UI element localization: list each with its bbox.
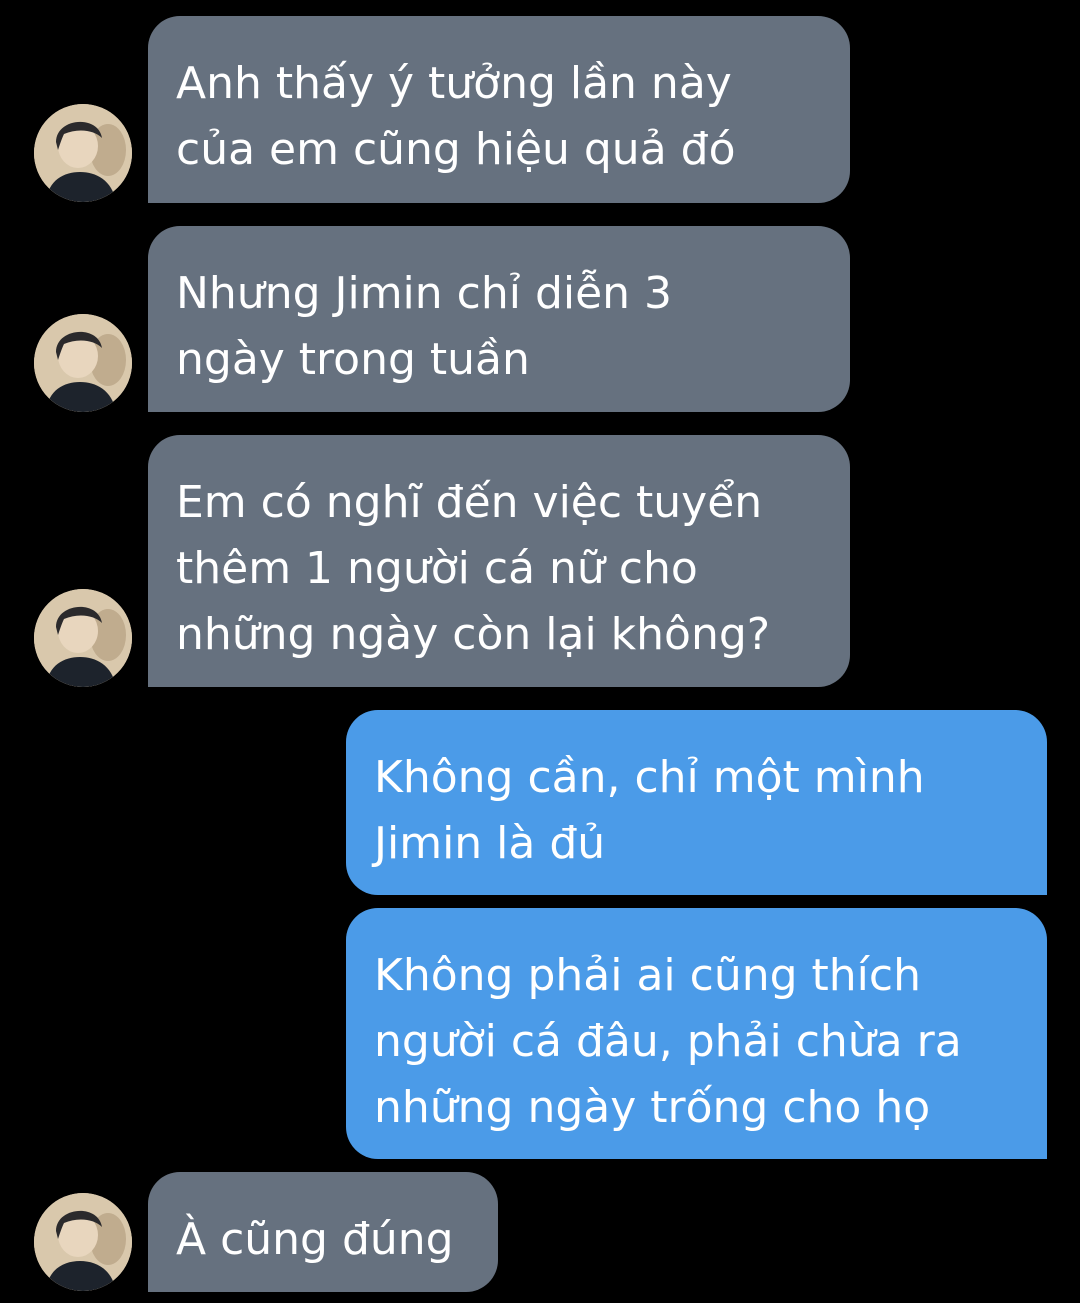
message-text-line: Nhưng Jimin chỉ diễn 3	[176, 268, 673, 319]
outgoing-message-bubble[interactable]: Không phải ai cũng thích người cá đâu, p…	[346, 908, 1047, 1159]
incoming-message-bubble[interactable]: Em có nghĩ đến việc tuyển thêm 1 người c…	[148, 435, 850, 687]
message-text-line: Không phải ai cũng thích	[374, 950, 921, 1001]
message-text-line: người cá đâu, phải chừa ra	[374, 1016, 962, 1067]
contact-avatar-icon[interactable]	[34, 314, 132, 412]
incoming-message-bubble[interactable]: À cũng đúng	[148, 1172, 498, 1292]
message-text-line: À cũng đúng	[176, 1214, 454, 1265]
message-text-line: Không cần, chỉ một mình	[374, 752, 925, 803]
message-text-line: ngày trong tuần	[176, 334, 530, 385]
contact-avatar-icon[interactable]	[34, 589, 132, 687]
contact-avatar-icon[interactable]	[34, 1193, 132, 1291]
contact-avatar-icon[interactable]	[34, 104, 132, 202]
message-text-line: Anh thấy ý tưởng lần này	[176, 58, 732, 109]
incoming-message-bubble[interactable]: Nhưng Jimin chỉ diễn 3 ngày trong tuần	[148, 226, 850, 412]
message-text-line: thêm 1 người cá nữ cho	[176, 543, 698, 594]
message-text-line: của em cũng hiệu quả đó	[176, 124, 736, 175]
message-text-line: những ngày trống cho họ	[374, 1082, 931, 1133]
incoming-message-bubble[interactable]: Anh thấy ý tưởng lần này của em cũng hiệ…	[148, 16, 850, 203]
message-text-line: Em có nghĩ đến việc tuyển	[176, 477, 763, 528]
outgoing-message-bubble[interactable]: Không cần, chỉ một mình Jimin là đủ	[346, 710, 1047, 895]
message-text-line: những ngày còn lại không?	[176, 609, 771, 660]
chat-thread: Anh thấy ý tưởng lần này của em cũng hiệ…	[0, 0, 1080, 1303]
message-text-line: Jimin là đủ	[374, 818, 606, 869]
